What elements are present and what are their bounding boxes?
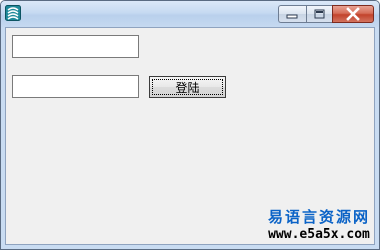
watermark: 易语言资源网 www.e5a5x.com xyxy=(267,208,370,242)
minimize-icon xyxy=(286,14,298,19)
caption-buttons xyxy=(278,5,374,23)
close-icon xyxy=(346,7,360,21)
minimize-button[interactable] xyxy=(278,5,306,23)
client-area: 登陆 易语言资源网 www.e5a5x.com xyxy=(5,27,375,245)
username-input[interactable] xyxy=(12,35,139,58)
login-button[interactable]: 登陆 xyxy=(149,76,226,98)
password-input[interactable] xyxy=(12,75,139,98)
watermark-url: www.e5a5x.com xyxy=(268,227,370,242)
app-icon xyxy=(5,5,21,21)
close-button[interactable] xyxy=(332,5,374,23)
app-window: 登陆 易语言资源网 www.e5a5x.com xyxy=(0,0,380,250)
maximize-button[interactable] xyxy=(306,5,333,23)
title-bar[interactable] xyxy=(1,1,379,27)
login-button-label: 登陆 xyxy=(152,79,223,95)
watermark-site-name: 易语言资源网 xyxy=(267,208,370,226)
maximize-icon xyxy=(314,9,325,19)
